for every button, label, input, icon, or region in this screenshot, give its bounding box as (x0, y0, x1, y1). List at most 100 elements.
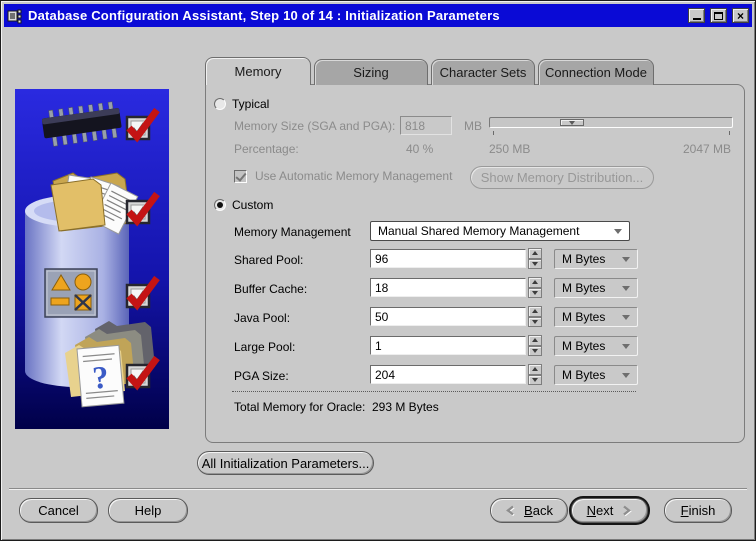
next-chevron-icon (622, 505, 632, 516)
selected-option-label: Manual Shared Memory Management (378, 224, 606, 238)
chevron-down-icon (622, 344, 630, 349)
typical-radio[interactable] (214, 98, 226, 110)
tab-bar: Memory Sizing Character Sets Connection … (205, 59, 654, 85)
show-memory-distribution-button[interactable]: Show Memory Distribution... (470, 166, 654, 189)
tab-sizing[interactable]: Sizing (314, 59, 428, 85)
button-label: Cancel (38, 503, 78, 518)
spin-down-button[interactable] (528, 259, 542, 270)
custom-radio[interactable] (214, 199, 226, 211)
auto-memory-checkbox[interactable] (234, 170, 247, 183)
pga-size-label: PGA Size: (234, 369, 289, 383)
selected-option-label: M Bytes (562, 339, 614, 353)
memory-management-label: Memory Management (234, 225, 351, 239)
chevron-down-icon (622, 315, 630, 320)
slider-tick-max (729, 131, 730, 135)
pga-size-input[interactable] (370, 365, 526, 384)
buffer-cache-unit-select[interactable]: M Bytes (554, 278, 638, 298)
tab-label: Connection Mode (545, 65, 647, 80)
large-pool-label: Large Pool: (234, 340, 295, 354)
spin-down-button[interactable] (528, 317, 542, 328)
down-arrow-icon (532, 291, 538, 295)
memory-slider-thumb[interactable] (560, 119, 584, 126)
footer-divider (9, 488, 747, 490)
back-chevron-icon (505, 505, 515, 516)
java-pool-unit-select[interactable]: M Bytes (554, 307, 638, 327)
up-arrow-icon (532, 251, 538, 255)
large-pool-stepper (528, 335, 542, 356)
memory-size-unit-label: MB (464, 119, 482, 133)
tab-memory[interactable]: Memory (205, 57, 311, 85)
button-label: Finish (681, 503, 716, 518)
large-pool-unit-select[interactable]: M Bytes (554, 336, 638, 356)
slider-min-label: 250 MB (489, 142, 530, 156)
memory-slider-track[interactable] (489, 117, 733, 128)
finish-button[interactable]: Finish (664, 498, 732, 523)
selected-option-label: M Bytes (562, 310, 614, 324)
percentage-label: Percentage: (234, 142, 299, 156)
chevron-down-icon (622, 286, 630, 291)
slider-tick-min (493, 131, 494, 135)
total-memory-value: 293 M Bytes (372, 400, 439, 414)
up-arrow-icon (532, 367, 538, 371)
pga-size-stepper (528, 364, 542, 385)
memory-tab-panel: Typical Memory Size (SGA and PGA): MB Pe… (205, 84, 745, 443)
chevron-down-icon (622, 257, 630, 262)
svg-text:?: ? (91, 358, 110, 395)
shared-pool-label: Shared Pool: (234, 253, 303, 267)
help-button[interactable]: Help (108, 498, 188, 523)
titlebar: Database Configuration Assistant, Step 1… (4, 4, 752, 27)
shapes-tile-illustration (45, 269, 97, 317)
cancel-button[interactable]: Cancel (19, 498, 98, 523)
maximize-icon (714, 12, 723, 20)
window-title: Database Configuration Assistant, Step 1… (28, 8, 683, 23)
spin-up-button[interactable] (528, 306, 542, 317)
button-label: Back (524, 503, 553, 518)
total-divider (232, 391, 636, 392)
spin-down-button[interactable] (528, 346, 542, 357)
button-label: Next (587, 503, 614, 518)
maximize-button[interactable] (710, 8, 727, 23)
percentage-value: 40 % (406, 142, 433, 156)
button-label: All Initialization Parameters... (202, 456, 370, 471)
shared-pool-input[interactable] (370, 249, 526, 268)
auto-memory-checkbox-label: Use Automatic Memory Management (255, 169, 452, 183)
spin-up-button[interactable] (528, 277, 542, 288)
buffer-cache-label: Buffer Cache: (234, 282, 307, 296)
spin-up-button[interactable] (528, 335, 542, 346)
memory-size-input[interactable] (400, 116, 452, 135)
wizard-sidebar-art: ? (15, 89, 169, 429)
all-initialization-parameters-button[interactable]: All Initialization Parameters... (197, 451, 374, 475)
next-button[interactable]: Next (571, 498, 648, 523)
back-button[interactable]: Back (490, 498, 568, 523)
up-arrow-icon (532, 338, 538, 342)
chevron-down-icon (622, 373, 630, 378)
up-arrow-icon (532, 309, 538, 313)
spin-down-button[interactable] (528, 375, 542, 386)
tab-connection-mode[interactable]: Connection Mode (538, 59, 654, 85)
total-memory-label: Total Memory for Oracle: (234, 400, 365, 414)
java-pool-input[interactable] (370, 307, 526, 326)
slider-thumb-arrow-icon (569, 121, 575, 125)
spin-down-button[interactable] (528, 288, 542, 299)
app-icon (7, 8, 23, 24)
large-pool-input[interactable] (370, 336, 526, 355)
selected-option-label: M Bytes (562, 252, 614, 266)
shared-pool-unit-select[interactable]: M Bytes (554, 249, 638, 269)
tab-label: Character Sets (440, 65, 527, 80)
buffer-cache-stepper (528, 277, 542, 298)
selected-option-label: M Bytes (562, 281, 614, 295)
close-icon: × (737, 10, 744, 22)
spin-up-button[interactable] (528, 364, 542, 375)
close-button[interactable]: × (732, 8, 749, 23)
buffer-cache-input[interactable] (370, 278, 526, 297)
shared-pool-stepper (528, 248, 542, 269)
dbca-wizard-window: Database Configuration Assistant, Step 1… (0, 0, 756, 541)
tab-character-sets[interactable]: Character Sets (431, 59, 535, 85)
memory-management-select[interactable]: Manual Shared Memory Management (370, 221, 630, 241)
chevron-down-icon (614, 229, 622, 234)
minimize-button[interactable] (688, 8, 705, 23)
minimize-icon (693, 18, 701, 20)
spin-up-button[interactable] (528, 248, 542, 259)
memory-size-label: Memory Size (SGA and PGA): (234, 119, 395, 133)
pga-size-unit-select[interactable]: M Bytes (554, 365, 638, 385)
